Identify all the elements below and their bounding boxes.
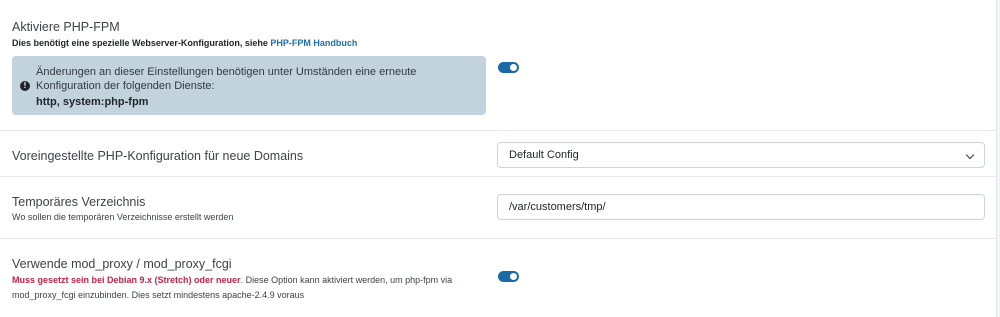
- default-config-selected: Default Config: [509, 149, 579, 161]
- chevron-down-icon: [965, 150, 975, 160]
- exclamation-circle-icon: !: [20, 81, 30, 91]
- php-fpm-description-text: Dies benötigt eine spezielle Webserver-K…: [12, 38, 271, 48]
- settings-panel: Aktiviere PHP-FPM Dies benötigt eine spe…: [0, 0, 997, 317]
- mod-proxy-label: Verwende mod_proxy / mod_proxy_fcgi: [12, 257, 232, 271]
- php-fpm-toggle[interactable]: [498, 62, 519, 73]
- setting-row-php-fpm: Aktiviere PHP-FPM Dies benötigt eine spe…: [0, 0, 997, 131]
- php-fpm-label: Aktiviere PHP-FPM: [12, 20, 120, 34]
- mod-proxy-toggle[interactable]: [498, 271, 519, 282]
- mod-proxy-warning: Muss gesetzt sein bei Debian 9.x (Stretc…: [12, 275, 241, 285]
- php-fpm-handbook-link[interactable]: PHP-FPM Handbuch: [270, 38, 357, 48]
- default-config-label: Voreingestellte PHP-Konfiguration für ne…: [12, 149, 304, 163]
- toggle-knob: [510, 273, 517, 280]
- default-config-select[interactable]: Default Config: [497, 142, 985, 168]
- php-fpm-description: Dies benötigt eine spezielle Webserver-K…: [12, 36, 357, 51]
- alert-services: http, system:php-fpm: [36, 96, 149, 108]
- setting-row-mod-proxy: Verwende mod_proxy / mod_proxy_fcgi Muss…: [0, 239, 997, 317]
- toggle-knob: [510, 64, 517, 71]
- mod-proxy-description: Muss gesetzt sein bei Debian 9.x (Stretc…: [12, 273, 482, 303]
- alert-message: Änderungen an dieser Einstellungen benöt…: [36, 66, 417, 92]
- tmp-dir-description: Wo sollen die temporären Verzeichnisse e…: [12, 212, 234, 222]
- tmp-dir-label: Temporäres Verzeichnis: [12, 195, 146, 209]
- tmp-dir-input[interactable]: [497, 194, 985, 220]
- reconfiguration-alert: ! Änderungen an dieser Einstellungen ben…: [12, 56, 486, 115]
